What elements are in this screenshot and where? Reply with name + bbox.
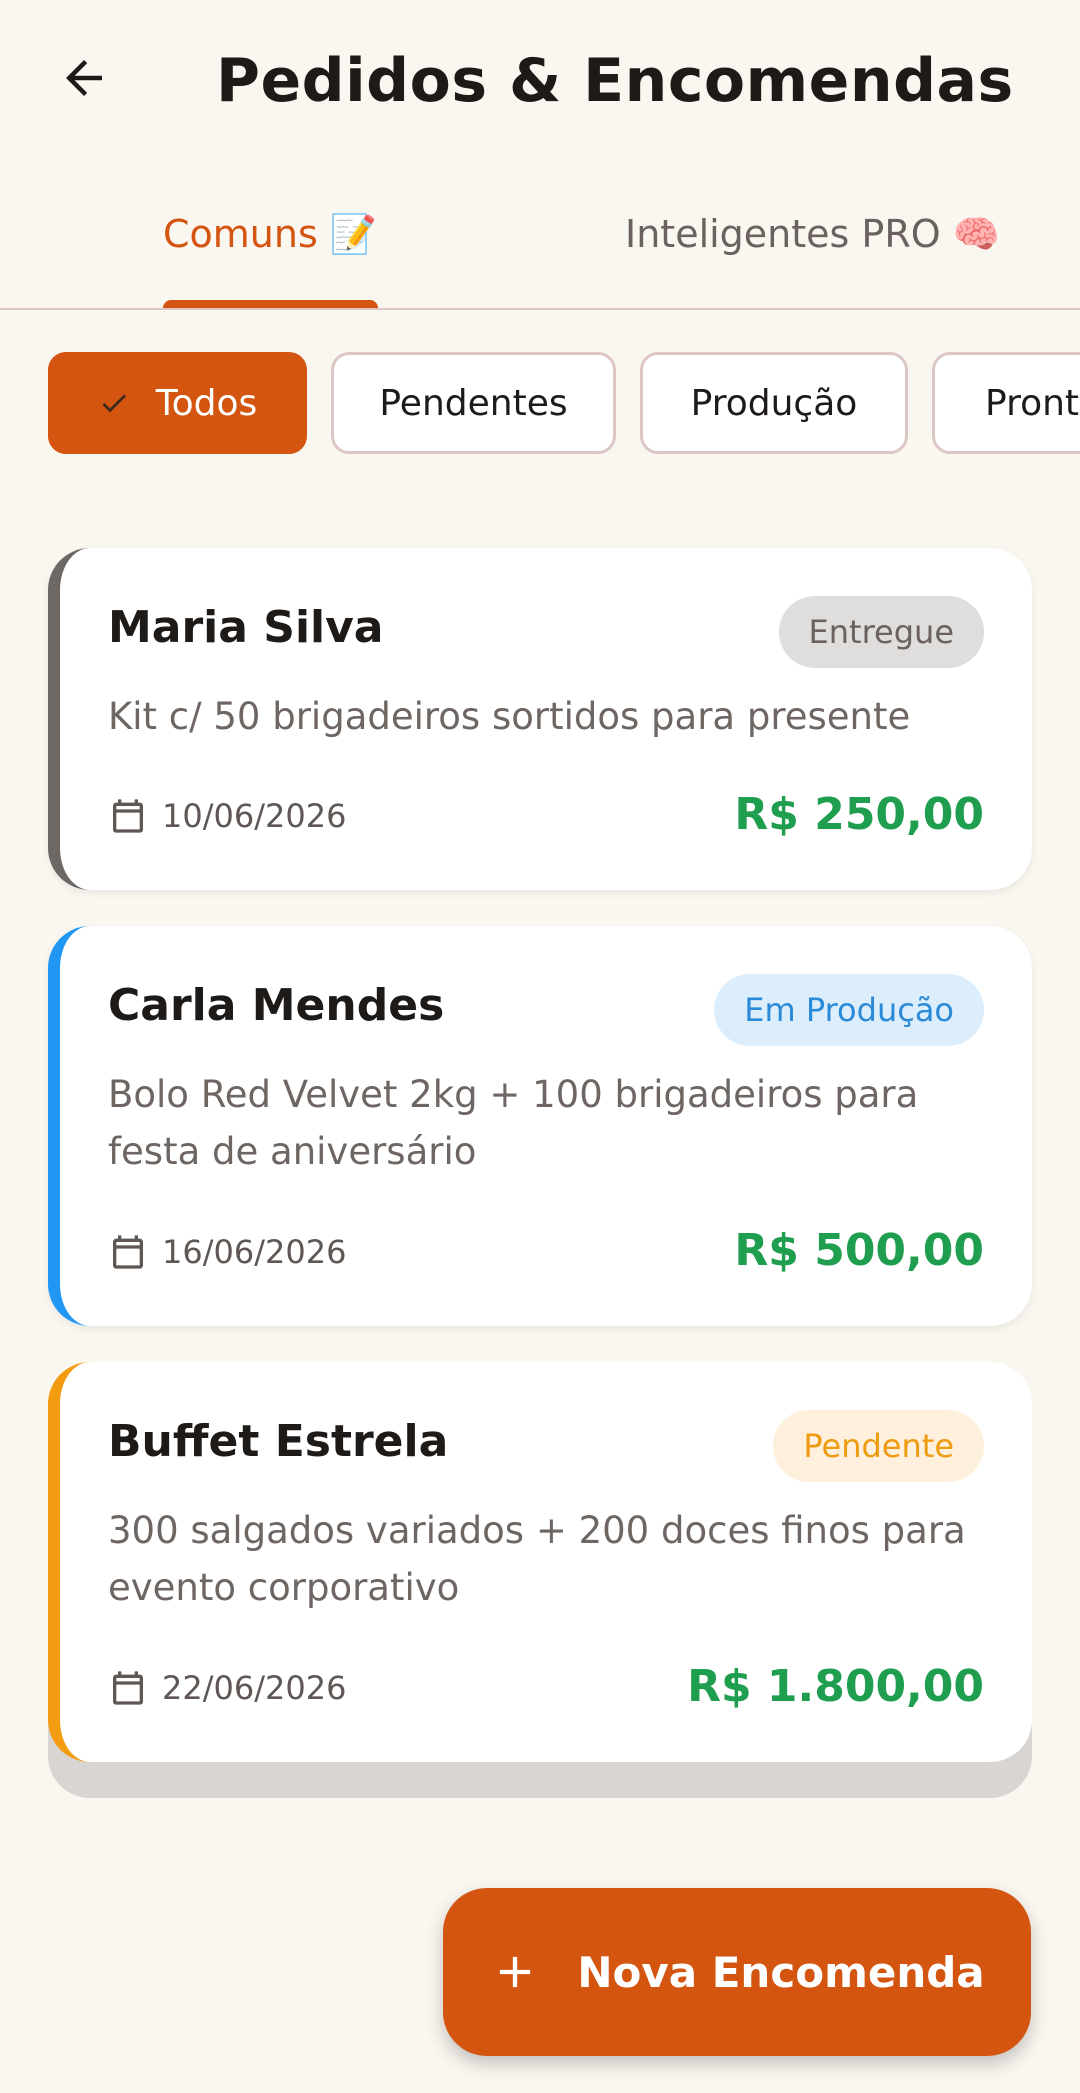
filter-chip-prontos-label: Prontos: [985, 382, 1080, 424]
order-card[interactable]: Buffet Estrela Pendente 300 salgados var…: [48, 1362, 1032, 1762]
order-amount: R$ 500,00: [734, 1225, 984, 1276]
filter-chip-producao[interactable]: Produção: [640, 352, 908, 454]
order-date: 16/06/2026: [108, 1232, 346, 1272]
filter-chip-todos[interactable]: Todos: [48, 352, 307, 454]
new-order-button-label: Nova Encomenda: [577, 1947, 985, 1997]
order-description: Kit c/ 50 brigadeiros sortidos para pres…: [108, 695, 911, 738]
tab-bar: Comuns 📝 Inteligentes PRO 🧠: [0, 200, 1080, 310]
tab-inteligentes-pro[interactable]: Inteligentes PRO 🧠: [625, 200, 1005, 308]
status-badge: Pendente: [773, 1410, 984, 1482]
tab-comuns[interactable]: Comuns 📝: [163, 200, 378, 308]
arrow-left-icon: [66, 60, 102, 96]
app-header: Pedidos & Encomendas: [0, 0, 1080, 165]
client-name: Buffet Estrela: [108, 1416, 449, 1467]
order-date: 22/06/2026: [108, 1668, 346, 1708]
calendar-icon: [108, 796, 148, 836]
page-title: Pedidos & Encomendas: [216, 46, 1014, 116]
filter-chips: Todos Pendentes Produção Prontos: [0, 352, 1080, 458]
order-date-text: 16/06/2026: [162, 1233, 347, 1271]
status-badge: Em Produção: [714, 974, 984, 1046]
calendar-icon: [108, 1232, 148, 1272]
client-name: Maria Silva: [108, 602, 384, 653]
order-date-text: 22/06/2026: [162, 1669, 347, 1707]
filter-chip-producao-label: Produção: [690, 382, 858, 424]
tab-active-indicator: [163, 300, 378, 308]
client-name: Carla Mendes: [108, 980, 445, 1031]
status-badge: Entregue: [778, 596, 984, 668]
order-card[interactable]: Maria Silva Entregue Kit c/ 50 brigadeir…: [48, 548, 1032, 890]
tab-inteligentes-pro-label: Inteligentes PRO 🧠: [625, 212, 1001, 256]
calendar-icon: [108, 1668, 148, 1708]
order-amount: R$ 250,00: [734, 789, 984, 840]
order-amount: R$ 1.800,00: [687, 1661, 984, 1712]
order-description: Bolo Red Velvet 2kg + 100 brigadeiros pa…: [108, 1073, 919, 1173]
filter-chip-todos-label: Todos: [155, 382, 258, 424]
tab-comuns-label: Comuns 📝: [163, 212, 378, 256]
new-order-button[interactable]: Nova Encomenda: [443, 1888, 1031, 2056]
filter-chip-pendentes[interactable]: Pendentes: [331, 352, 616, 454]
back-button[interactable]: [44, 38, 124, 118]
check-icon: [98, 387, 130, 419]
filter-chip-pendentes-label: Pendentes: [379, 382, 568, 424]
filter-chip-prontos[interactable]: Prontos: [932, 352, 1080, 454]
plus-icon: [489, 1946, 541, 1998]
order-date: 10/06/2026: [108, 796, 346, 836]
order-date-text: 10/06/2026: [162, 797, 347, 835]
order-description: 300 salgados variados + 200 doces finos …: [108, 1509, 966, 1609]
order-card[interactable]: Carla Mendes Em Produção Bolo Red Velvet…: [48, 926, 1032, 1326]
